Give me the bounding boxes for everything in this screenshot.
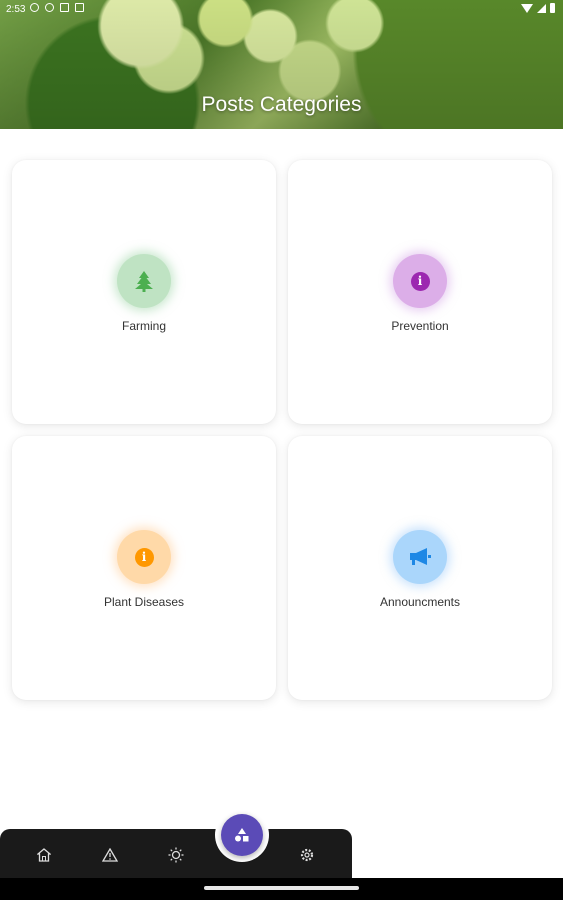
signal-icon <box>537 3 546 13</box>
category-label: Prevention <box>391 319 449 333</box>
page-title: Posts Categories <box>201 93 362 116</box>
category-card-farming[interactable]: Farming <box>12 160 276 424</box>
category-label: Announcments <box>379 595 461 609</box>
info-icon: i <box>410 271 430 291</box>
status-time: 2:53 <box>6 4 26 15</box>
info-icon: i <box>134 547 154 567</box>
sim-status-icon <box>75 3 84 12</box>
category-icon-circle <box>117 254 171 308</box>
bottom-navigation <box>0 829 352 879</box>
shield-status-icon <box>60 3 69 12</box>
location-status-icon <box>45 3 54 12</box>
wifi-icon <box>521 3 533 13</box>
category-icon-circle <box>393 530 447 584</box>
category-card-announcements[interactable]: Announcments <box>288 436 552 700</box>
battery-icon <box>550 3 555 13</box>
sun-icon <box>168 847 184 863</box>
categories-icon <box>235 828 249 842</box>
home-icon <box>37 848 51 862</box>
nav-alerts[interactable] <box>99 844 121 866</box>
tree-icon <box>135 271 153 292</box>
status-bar: 2:53 <box>0 0 563 20</box>
category-card-plant-diseases[interactable]: i Plant Diseases <box>12 436 276 700</box>
category-icon-circle: i <box>393 254 447 308</box>
nav-weather[interactable] <box>165 844 187 866</box>
warning-icon <box>102 848 118 862</box>
megaphone-icon <box>410 548 431 565</box>
home-gesture-handle[interactable] <box>204 886 359 890</box>
nav-home[interactable] <box>33 844 55 866</box>
settings-icon <box>300 848 314 862</box>
category-label: Plant Diseases <box>103 595 185 609</box>
category-icon-circle: i <box>117 530 171 584</box>
nav-settings[interactable] <box>296 844 318 866</box>
clock-status-icon <box>30 3 39 12</box>
category-card-prevention[interactable]: i Prevention <box>288 160 552 424</box>
category-label: Farming <box>121 319 166 333</box>
nav-categories-button[interactable] <box>221 814 263 856</box>
